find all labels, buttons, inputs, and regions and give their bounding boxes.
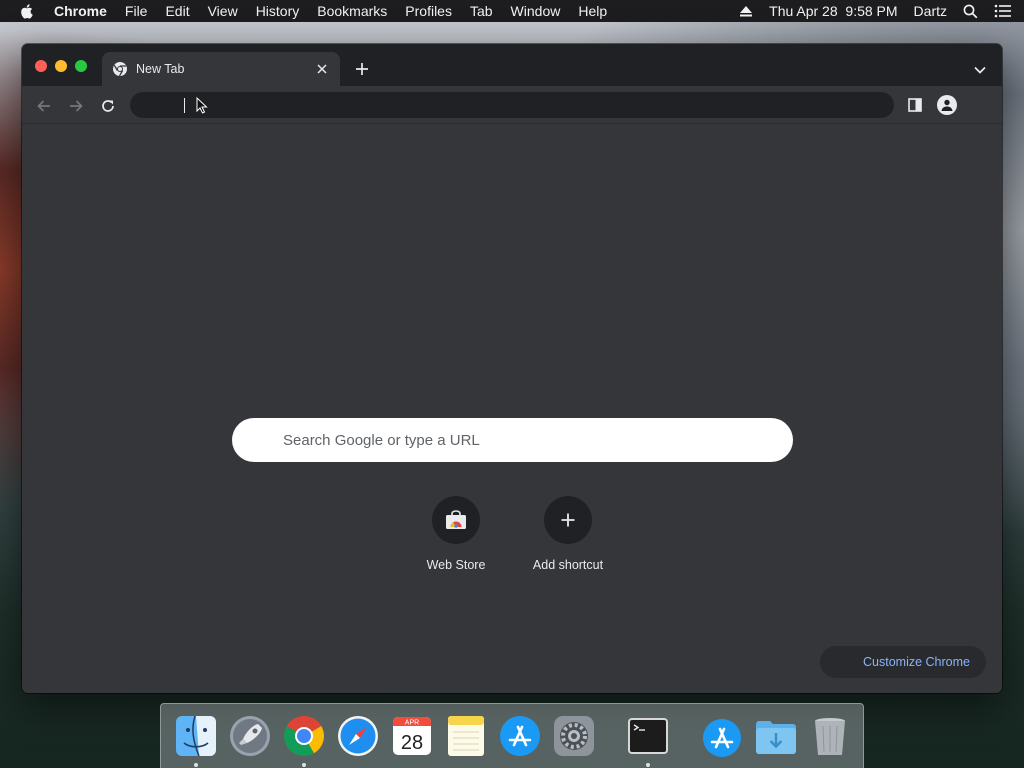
launchpad-rocket-icon [230, 716, 270, 756]
finder-icon [176, 715, 216, 757]
terminal-icon [628, 718, 668, 754]
menu-history[interactable]: History [256, 3, 300, 19]
tab-strip: New Tab [22, 44, 1002, 86]
shortcut-tile [432, 496, 480, 544]
safari-compass-icon [338, 716, 378, 756]
mouse-pointer-icon [196, 97, 208, 114]
calendar-icon: APR 28 [393, 717, 431, 755]
customize-chrome-label: Customize Chrome [863, 655, 970, 669]
dock: APR 28 [160, 703, 864, 768]
shortcut-add[interactable]: Add shortcut [512, 496, 624, 572]
calendar-month: APR [405, 720, 419, 727]
menu-bookmarks[interactable]: Bookmarks [317, 3, 387, 19]
menu-window[interactable]: Window [511, 3, 561, 19]
menu-help[interactable]: Help [578, 3, 607, 19]
shortcut-web-store[interactable]: Web Store [400, 496, 512, 572]
dock-applications-folder[interactable] [699, 713, 745, 759]
dock-trash[interactable] [807, 713, 853, 759]
dock-system-preferences[interactable] [551, 713, 597, 759]
calendar-day: 28 [401, 732, 423, 754]
menu-file[interactable]: File [125, 3, 148, 19]
tab-title: New Tab [136, 62, 185, 76]
plus-icon [561, 513, 575, 527]
tab-close-button[interactable] [314, 61, 330, 77]
app-store-icon [500, 716, 540, 756]
menu-tab[interactable]: Tab [470, 3, 493, 19]
shortcut-label: Add shortcut [532, 558, 604, 572]
shortcut-label: Web Store [426, 558, 486, 572]
trash-icon [815, 718, 845, 755]
dock-launchpad[interactable] [227, 713, 273, 759]
text-caret [184, 98, 185, 113]
reload-icon[interactable] [99, 97, 117, 115]
forward-arrow-icon[interactable] [67, 97, 85, 115]
tab-new-tab[interactable]: New Tab [102, 52, 340, 86]
shortcut-tile [544, 496, 592, 544]
dock-downloads-folder[interactable] [753, 713, 799, 759]
profile-avatar-icon [941, 99, 953, 111]
window-minimize-button[interactable] [55, 60, 67, 72]
notification-center-icon[interactable] [994, 4, 1012, 18]
menu-edit[interactable]: Edit [165, 3, 189, 19]
back-arrow-icon[interactable] [35, 97, 53, 115]
dock-finder[interactable] [173, 713, 219, 767]
eject-icon[interactable] [739, 5, 753, 17]
running-indicator [194, 763, 198, 767]
ntp-search-box[interactable]: Search Google or type a URL [232, 418, 793, 462]
spotlight-search-icon[interactable] [963, 4, 978, 19]
menu-view[interactable]: View [208, 3, 238, 19]
dock-safari[interactable] [335, 713, 381, 759]
running-indicator [302, 763, 306, 767]
dock-notes[interactable] [443, 713, 489, 759]
window-zoom-button[interactable] [75, 60, 87, 72]
menu-profiles[interactable]: Profiles [405, 3, 452, 19]
profile-button[interactable] [937, 95, 957, 115]
menubar-user[interactable]: Dartz [914, 3, 947, 19]
side-panel-icon[interactable] [908, 98, 922, 112]
window-close-button[interactable] [35, 60, 47, 72]
dock-chrome[interactable] [281, 713, 327, 767]
close-icon [317, 64, 327, 74]
tab-search-chevron-icon[interactable] [973, 63, 987, 77]
search-placeholder: Search Google or type a URL [283, 431, 480, 449]
chrome-window: New Tab Search Google or type a URL Web … [22, 44, 1002, 693]
chrome-icon [284, 716, 324, 756]
web-store-icon [446, 510, 466, 529]
notes-icon [448, 716, 484, 756]
menubar-clock[interactable]: Thu Apr 28 9:58 PM [769, 3, 897, 19]
toolbar [22, 86, 1002, 124]
applications-folder-icon [703, 719, 741, 757]
dock-terminal[interactable] [625, 713, 671, 767]
apple-menu-icon[interactable] [18, 2, 36, 20]
running-indicator [646, 763, 650, 767]
downloads-folder-icon [756, 721, 796, 754]
menu-bar: Chrome File Edit View History Bookmarks … [0, 0, 1024, 22]
chrome-favicon-icon [113, 62, 127, 77]
address-bar[interactable] [130, 92, 894, 118]
dock-app-store[interactable] [497, 713, 543, 759]
menu-app-name[interactable]: Chrome [54, 3, 107, 19]
new-tab-plus-icon[interactable] [354, 61, 370, 77]
new-tab-page: Search Google or type a URL Web Store Ad… [22, 124, 1002, 693]
customize-chrome-button[interactable]: Customize Chrome [820, 646, 986, 678]
gear-icon [554, 716, 594, 756]
dock-calendar[interactable]: APR 28 [389, 713, 435, 759]
